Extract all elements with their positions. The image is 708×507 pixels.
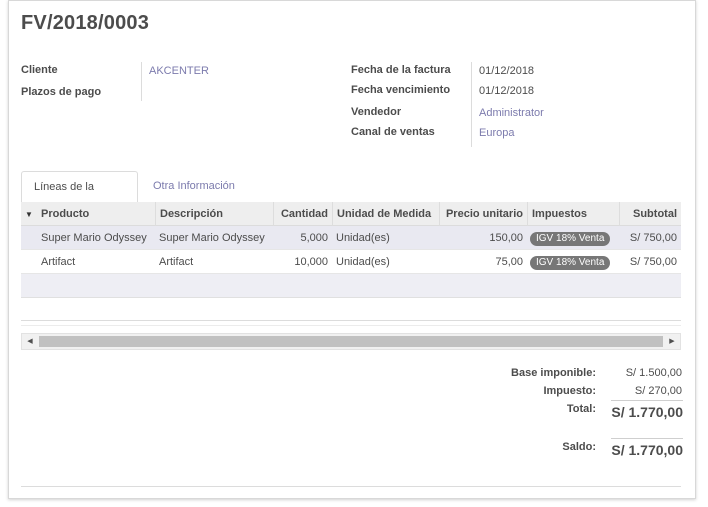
sort-handle[interactable]: ▼ (21, 202, 37, 226)
cell-cantidad: 5,000 (300, 232, 328, 244)
plazos-pago-label: Plazos de pago (21, 86, 102, 98)
left-field-separator (141, 62, 142, 101)
table-row[interactable]: Super Mario Odyssey Super Mario Odyssey … (21, 226, 681, 250)
total-value: S/ 1.770,00 (611, 404, 683, 420)
cell-subtotal: S/ 750,00 (629, 232, 677, 244)
vendedor-link[interactable]: Administrator (479, 107, 544, 119)
impuesto-label: Impuesto: (543, 385, 596, 397)
cell-producto: Super Mario Odyssey (41, 232, 147, 244)
cell-unidad: Unidad(es) (336, 232, 390, 244)
cell-impuestos: IGV 18% Venta (527, 226, 619, 250)
total-separator (611, 400, 683, 401)
scrollbar-thumb[interactable] (39, 336, 663, 347)
canal-ventas-label: Canal de ventas (351, 126, 435, 138)
cell-precio: 75,00 (495, 256, 523, 268)
impuesto-value: S/ 270,00 (634, 385, 682, 397)
base-imponible-value: S/ 1.500,00 (625, 367, 682, 379)
fecha-vencimiento-label: Fecha vencimiento (351, 84, 451, 96)
notebook-tabs: Líneas de la factura Otra Información (21, 171, 681, 223)
col-subtotal[interactable]: Subtotal (619, 202, 681, 226)
table-footer-line (21, 320, 681, 321)
tab-otra-informacion[interactable]: Otra Información (141, 171, 247, 203)
bottom-divider (21, 486, 681, 487)
table-empty-row[interactable] (21, 274, 681, 298)
saldo-label: Saldo: (562, 441, 596, 453)
right-field-separator (471, 62, 472, 147)
col-unidad-medida[interactable]: Unidad de Medida (332, 202, 439, 226)
tab-lineas-factura[interactable]: Líneas de la factura (21, 171, 138, 223)
cell-subtotal: S/ 750,00 (629, 256, 677, 268)
saldo-separator (611, 438, 683, 439)
invoice-title: FV/2018/0003 (21, 12, 150, 34)
canal-ventas-link[interactable]: Europa (479, 127, 514, 139)
vendedor-label: Vendedor (351, 106, 402, 118)
cell-descripcion: Super Mario Odyssey (159, 232, 265, 244)
cell-impuestos: IGV 18% Venta (527, 250, 619, 274)
base-imponible-label: Base imponible: (511, 367, 596, 379)
cliente-link[interactable]: AKCENTER (149, 65, 209, 77)
cell-producto: Artifact (41, 256, 76, 268)
table-row[interactable]: Artifact Artifact 10,000 Unidad(es) 75,0… (21, 250, 681, 274)
cell-descripcion: Artifact (159, 256, 194, 268)
caret-down-icon: ▼ (25, 210, 33, 219)
horizontal-scrollbar[interactable]: ◀ ▶ (21, 333, 681, 350)
col-impuestos[interactable]: Impuestos (527, 202, 619, 226)
saldo-value: S/ 1.770,00 (611, 442, 683, 458)
table-footer-line (21, 325, 681, 326)
tax-badge: IGV 18% Venta (530, 256, 611, 270)
col-precio-unitario[interactable]: Precio unitario (439, 202, 527, 226)
total-label: Total: (566, 403, 596, 415)
cell-precio: 150,00 (489, 232, 523, 244)
cell-unidad: Unidad(es) (336, 256, 390, 268)
fecha-factura-label: Fecha de la factura (351, 64, 451, 76)
table-header: ▼ Producto Descripción Cantidad Unidad d… (21, 202, 681, 226)
invoice-lines-table: ▼ Producto Descripción Cantidad Unidad d… (21, 202, 681, 298)
fecha-factura-value: 01/12/2018 (479, 65, 535, 77)
fecha-vencimiento-value: 01/12/2018 (479, 85, 535, 97)
scroll-right-icon[interactable]: ▶ (664, 334, 680, 349)
tax-badge: IGV 18% Venta (530, 232, 611, 246)
col-descripcion[interactable]: Descripción (155, 202, 273, 226)
cliente-label: Cliente (21, 64, 58, 76)
col-producto[interactable]: Producto (37, 202, 155, 226)
scroll-left-icon[interactable]: ◀ (22, 334, 38, 349)
col-cantidad[interactable]: Cantidad (273, 202, 332, 226)
cell-cantidad: 10,000 (294, 256, 328, 268)
